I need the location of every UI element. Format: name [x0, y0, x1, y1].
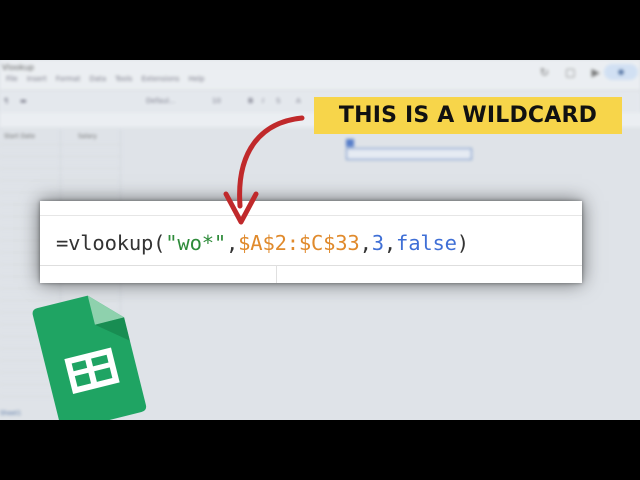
column-header-start-date[interactable]: Start Date: [4, 130, 35, 144]
divider: [40, 265, 582, 266]
formula-segment-string: "wo*": [165, 231, 226, 255]
video-frame: Vlookup File Insert Format Data Tools Ex…: [0, 60, 640, 420]
formula-hint-tag: [346, 139, 354, 147]
formula-segment-plain: =vlookup(: [56, 231, 166, 255]
grid-row-line: [0, 180, 120, 181]
formula-segment-number: 3: [371, 231, 384, 255]
menu-item-help[interactable]: Help: [188, 75, 204, 83]
history-icon[interactable]: ↻: [540, 66, 549, 79]
callout-text: THIS IS A WILDCARD: [338, 103, 598, 128]
formula-hint-box: [346, 148, 472, 160]
menu-item-extensions[interactable]: Extensions: [141, 75, 179, 83]
menubar: Vlookup File Insert Format Data Tools Ex…: [0, 60, 640, 90]
formula-text[interactable]: =vlookup("wo*",$A$2:$C$33,3,false): [56, 231, 469, 255]
divider: [40, 215, 582, 216]
font-select[interactable]: Defaul...: [146, 97, 176, 105]
formula-segment-range: $A$2:$C$33: [238, 231, 360, 255]
font-size-field[interactable]: 10: [212, 97, 221, 105]
formula-segment-boolean: false: [396, 231, 457, 255]
italic-icon[interactable]: I: [262, 97, 264, 105]
menu: File Insert Format Data Tools Extensions…: [6, 75, 204, 83]
grid-row-line: [0, 156, 120, 157]
grid-row-line: [0, 144, 120, 145]
formula-segment-plain: ,: [383, 231, 397, 255]
strikethrough-icon[interactable]: S: [276, 97, 280, 105]
formula-segment-plain: ): [456, 231, 469, 255]
video-call-icon[interactable]: ▶: [592, 66, 600, 79]
google-sheets-icon: [32, 295, 147, 420]
divider: [276, 265, 277, 283]
text-color-icon[interactable]: A: [296, 97, 301, 105]
bold-icon[interactable]: B: [248, 97, 253, 105]
formula-segment-plain: ,: [359, 231, 372, 255]
menu-item-tools[interactable]: Tools: [115, 75, 132, 83]
zoom-select-icon[interactable]: ▬: [20, 97, 27, 105]
menu-item-file[interactable]: File: [6, 75, 18, 83]
comment-icon[interactable]: ▢: [565, 66, 575, 79]
menu-item-insert[interactable]: Insert: [27, 75, 47, 83]
menu-item-format[interactable]: Format: [56, 75, 81, 83]
formula-zoom-panel: =vlookup("wo*",$A$2:$C$33,3,false): [40, 201, 582, 283]
formula-segment-plain: ,: [226, 231, 239, 255]
grid-row-line: [0, 168, 120, 169]
menu-item-data[interactable]: Data: [89, 75, 106, 83]
header-icons: ↻ ▢ ▶: [540, 66, 600, 79]
grid-row-line: [0, 288, 120, 289]
column-header-salary[interactable]: Salary: [78, 130, 97, 144]
share-button[interactable]: ●: [604, 64, 638, 80]
grid-row-line: [0, 192, 120, 193]
doc-title[interactable]: Vlookup: [2, 63, 34, 72]
paint-format-icon[interactable]: ¶: [4, 97, 8, 105]
wildcard-callout: THIS IS A WILDCARD: [314, 97, 622, 134]
